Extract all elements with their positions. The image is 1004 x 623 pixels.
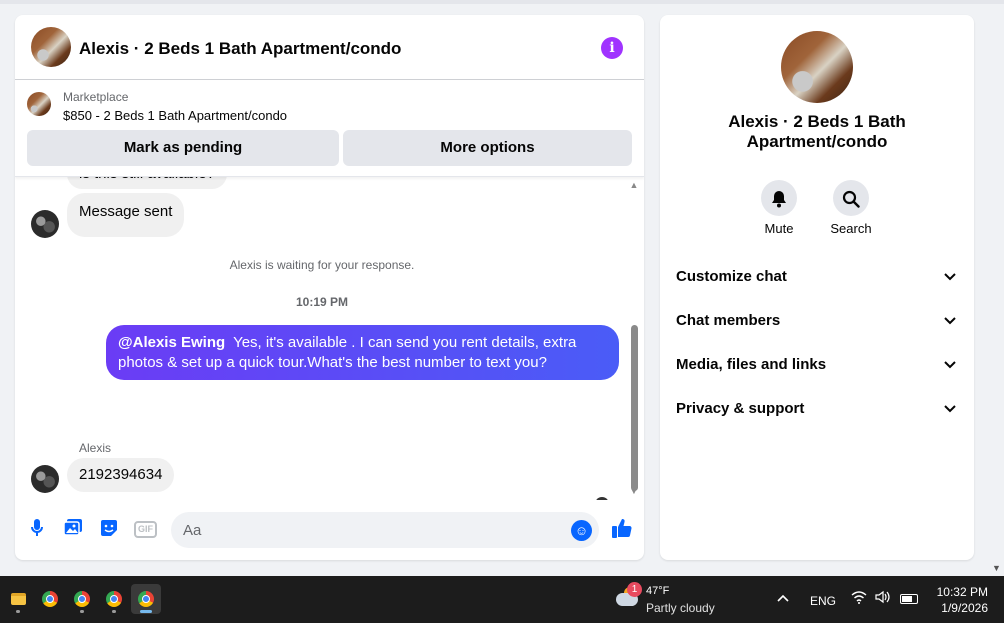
menu-label: Media, files and links — [676, 356, 827, 373]
listing-avatar[interactable] — [31, 27, 71, 67]
browser-top-strip — [0, 0, 1004, 4]
language-indicator[interactable]: ENG — [810, 594, 836, 608]
clock-date[interactable]: 1/9/2026 — [936, 601, 988, 615]
page-scroll-down-icon[interactable]: ▼ — [992, 563, 1001, 573]
menu-privacy-support[interactable]: Privacy & support — [676, 397, 960, 421]
chevron-down-icon — [940, 397, 960, 421]
clock-time[interactable]: 10:32 PM — [936, 585, 988, 599]
gif-icon[interactable]: GIF — [134, 518, 157, 540]
chat-panel: Alexis · 2 Beds 1 Bath Apartment/condo i… — [15, 15, 644, 560]
chrome-taskbar-icon[interactable] — [35, 584, 65, 614]
contact-avatar[interactable] — [31, 210, 59, 238]
microphone-icon[interactable] — [26, 518, 48, 540]
info-icon[interactable]: i — [601, 37, 623, 59]
scroll-up-arrow-icon[interactable]: ▲ — [629, 180, 639, 190]
gif-label: GIF — [134, 521, 157, 538]
running-indicator — [80, 610, 84, 613]
incoming-message-bubble: 2192394634 — [67, 458, 175, 492]
bell-icon[interactable] — [761, 180, 797, 216]
message-timestamp: 10:19 PM — [295, 295, 349, 309]
conversation-info-panel: Alexis · 2 Beds 1 Bath Apartment/condo M… — [660, 15, 974, 560]
chevron-up-icon[interactable] — [777, 591, 789, 605]
message-bubble-sent-notice: Message sent — [67, 193, 185, 237]
conversation-avatar[interactable] — [781, 31, 853, 103]
mark-as-pending-button[interactable]: Mark as pending — [27, 130, 339, 166]
menu-label: Chat members — [676, 312, 781, 329]
message-list[interactable]: is this still available? Message sent Al… — [15, 177, 644, 500]
outgoing-message-bubble: @Alexis Ewing Yes, it's available . I ca… — [106, 325, 619, 380]
search-label: Search — [830, 221, 872, 236]
chat-header: Alexis · 2 Beds 1 Bath Apartment/condo i — [15, 15, 644, 80]
listing-thumbnail[interactable] — [27, 92, 51, 116]
chrome-icon — [74, 591, 90, 607]
mute-label: Mute — [764, 221, 794, 236]
menu-customize-chat[interactable]: Customize chat — [676, 265, 960, 289]
menu-label: Privacy & support — [676, 400, 805, 417]
mention-tag[interactable]: @Alexis Ewing — [118, 334, 225, 351]
notification-badge: 1 — [627, 582, 642, 597]
chevron-down-icon — [940, 309, 960, 333]
chrome-active-taskbar-icon[interactable] — [131, 584, 161, 614]
conversation-name: Alexis · 2 Beds 1 Bath Apartment/condo — [728, 112, 906, 151]
folder-icon — [11, 593, 26, 605]
thumbs-up-icon[interactable] — [610, 517, 634, 541]
waiting-notice: Alexis is waiting for your response. — [229, 258, 415, 272]
marketplace-label: Marketplace — [63, 90, 129, 104]
running-indicator — [140, 610, 152, 613]
weather-condition[interactable]: Partly cloudy — [646, 601, 715, 615]
more-options-button[interactable]: More options — [343, 130, 632, 166]
running-indicator — [112, 610, 116, 613]
chrome-icon — [138, 591, 154, 607]
volume-icon[interactable] — [875, 590, 891, 607]
battery-icon[interactable] — [900, 594, 918, 604]
taskbar: 1 47°F Partly cloudy ENG 10:32 PM 1/9/20… — [0, 576, 1004, 623]
chevron-down-icon — [940, 353, 960, 377]
menu-label: Customize chat — [676, 268, 787, 285]
chrome-icon — [42, 591, 58, 607]
seen-indicator-avatar — [595, 497, 609, 500]
chrome-profile-taskbar-icon[interactable] — [67, 584, 97, 614]
running-indicator — [16, 610, 20, 613]
chat-title[interactable]: Alexis · 2 Beds 1 Bath Apartment/condo — [79, 39, 401, 59]
wifi-icon[interactable] — [851, 590, 867, 607]
search-icon[interactable] — [833, 180, 869, 216]
mute-action[interactable]: Mute — [749, 180, 809, 236]
menu-media-files-links[interactable]: Media, files and links — [676, 353, 960, 377]
chrome-profile-taskbar-icon[interactable] — [99, 584, 129, 614]
message-scrollbar-thumb[interactable] — [631, 325, 638, 491]
sticker-icon[interactable] — [98, 518, 120, 540]
menu-chat-members[interactable]: Chat members — [676, 309, 960, 333]
contact-avatar[interactable] — [31, 465, 59, 493]
listing-summary[interactable]: $850 - 2 Beds 1 Bath Apartment/condo — [63, 108, 287, 123]
message-composer: GIF ☺ — [15, 508, 644, 552]
marketplace-banner: Marketplace $850 - 2 Beds 1 Bath Apartme… — [15, 81, 644, 177]
chevron-down-icon — [940, 265, 960, 289]
file-explorer-icon[interactable] — [3, 584, 33, 614]
weather-temperature[interactable]: 47°F — [646, 585, 669, 597]
message-input[interactable] — [171, 512, 599, 548]
sender-name: Alexis — [79, 441, 112, 455]
scroll-down-arrow-icon[interactable]: ▼ — [629, 486, 639, 496]
chrome-icon — [106, 591, 122, 607]
search-action[interactable]: Search — [821, 180, 881, 236]
emoji-icon[interactable]: ☺ — [571, 520, 592, 541]
message-bubble-previous: is this still available? — [67, 177, 227, 189]
photo-icon[interactable] — [62, 518, 84, 540]
